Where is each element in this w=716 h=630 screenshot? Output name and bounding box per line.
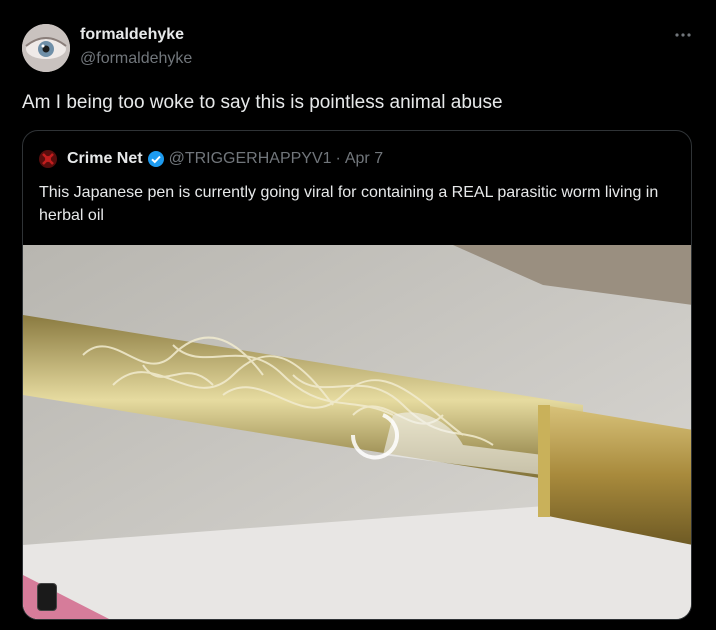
- quoted-tweet[interactable]: Crime Net @TRIGGERHAPPYV1 · Apr 7 This J…: [22, 130, 692, 620]
- verified-badge-icon: [147, 151, 164, 167]
- media-badge: [37, 583, 57, 611]
- quote-author-handle[interactable]: @TRIGGERHAPPYV1: [169, 150, 332, 168]
- quote-author-name[interactable]: Crime Net: [67, 150, 143, 168]
- eye-avatar-image: [22, 24, 70, 72]
- crime-net-logo-icon[interactable]: [37, 148, 59, 170]
- separator-dot: ·: [335, 150, 341, 167]
- tweet: formaldehyke @formaldehyke Am I being to…: [0, 0, 716, 630]
- author-handle[interactable]: @formaldehyke: [80, 50, 192, 68]
- quote-text: This Japanese pen is currently going vir…: [39, 184, 659, 224]
- author-name[interactable]: formaldehyke: [80, 26, 184, 44]
- post-text: Am I being too woke to say this is point…: [22, 92, 503, 113]
- more-options-button[interactable]: [670, 24, 696, 46]
- quote-date[interactable]: Apr 7: [345, 150, 383, 168]
- more-horizontal-icon: [675, 33, 691, 37]
- quote-header: Crime Net @TRIGGERHAPPYV1 · Apr 7: [37, 149, 383, 169]
- avatar[interactable]: [22, 24, 70, 72]
- pen-photo-image: [23, 245, 691, 619]
- quote-media[interactable]: [23, 245, 691, 619]
